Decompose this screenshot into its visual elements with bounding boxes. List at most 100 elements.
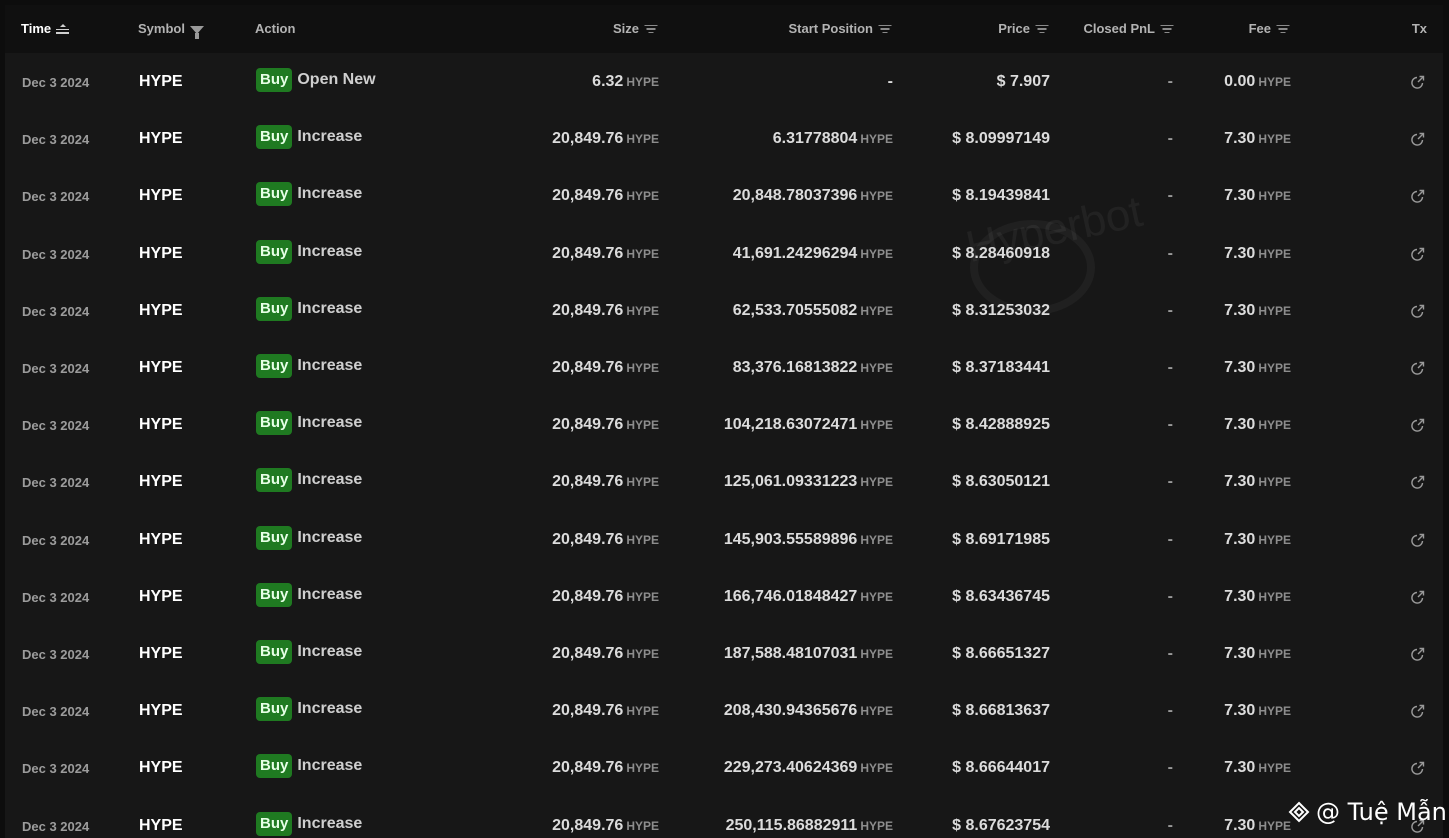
size-cell: 20,849.76 HYPE — [552, 759, 659, 777]
action-cell: Buy Increase — [256, 525, 363, 550]
unit-label: HYPE — [1258, 704, 1291, 719]
filter-lines-icon[interactable] — [1035, 24, 1048, 34]
start-position-cell: 41,691.24296294 HYPE — [732, 244, 893, 262]
column-header-time[interactable]: Time — [21, 21, 70, 36]
filter-lines-icon[interactable] — [878, 24, 891, 34]
fee-cell: 7.30 HYPE — [1224, 416, 1291, 434]
buy-badge: Buy — [256, 182, 293, 207]
external-link-icon[interactable] — [1410, 532, 1426, 548]
action-label: Increase — [297, 757, 363, 775]
buy-badge: Buy — [256, 640, 293, 664]
unit-label: HYPE — [1258, 246, 1291, 261]
table-row[interactable]: Dec 3 2024 HYPE Buy Increase 20,849.76 HYPE 25… — [5, 797, 1443, 838]
external-link-icon[interactable] — [1410, 589, 1426, 605]
external-link-icon[interactable] — [1410, 188, 1426, 204]
table-row[interactable]: Dec 3 2024 HYPE Buy Increase 20,849.76 HYPE 12… — [5, 453, 1443, 510]
table-row[interactable]: Dec 3 2024 HYPE Buy Open New 6.32 HYPE - $ 7.90… — [5, 53, 1443, 110]
start-position-cell: 20,848.78037396 HYPE — [732, 187, 893, 205]
filter-lines-icon[interactable] — [1160, 24, 1173, 34]
buy-badge: Buy — [256, 582, 293, 607]
filter-lines-icon[interactable] — [1276, 24, 1289, 34]
unit-label: HYPE — [1258, 475, 1291, 490]
action-cell: Buy Increase — [256, 697, 362, 722]
unit-label: HYPE — [1258, 361, 1291, 375]
table-row[interactable]: Dec 3 2024 HYPE Buy Increase 20,849.76 HYPE 18… — [5, 625, 1443, 682]
filter-lines-icon[interactable] — [644, 24, 657, 34]
action-cell: Buy Increase — [256, 296, 363, 321]
action-cell: Buy Open New — [256, 68, 376, 92]
symbol-cell: HYPE — [139, 645, 183, 662]
buy-badge: Buy — [256, 239, 293, 264]
sort-ascending-icon[interactable] — [56, 23, 70, 34]
action-label: Increase — [297, 814, 363, 832]
time-cell: Dec 3 2024 — [22, 532, 90, 548]
price-cell: $ 8.63050121 — [952, 473, 1050, 491]
column-header-closed-pnl[interactable]: Closed PnL — [1083, 21, 1173, 36]
unit-label: HYPE — [626, 589, 659, 604]
external-link-icon[interactable] — [1410, 646, 1426, 662]
unit-label: HYPE — [860, 303, 893, 318]
external-link-icon[interactable] — [1410, 474, 1426, 490]
price-cell: $ 8.09997149 — [952, 130, 1050, 148]
price-cell: $ 8.66813637 — [952, 702, 1050, 720]
trade-history-table: Hyperbot Time Symbol Action Size Start P… — [5, 5, 1443, 838]
buy-badge: Buy — [256, 411, 293, 436]
unit-label: HYPE — [860, 189, 893, 204]
unit-label: HYPE — [1258, 589, 1291, 604]
table-row[interactable]: Dec 3 2024 HYPE Buy Increase 20,849.76 HYPE 20… — [5, 682, 1443, 739]
fee-cell: 7.30 HYPE — [1224, 359, 1291, 376]
external-link-icon[interactable] — [1410, 760, 1426, 776]
column-header-price[interactable]: Price — [998, 21, 1048, 36]
symbol-cell: HYPE — [139, 530, 183, 548]
table-row[interactable]: Dec 3 2024 HYPE Buy Increase 20,849.76 HYPE 10… — [5, 396, 1443, 453]
price-cell: $ 8.66651327 — [952, 645, 1050, 662]
time-cell: Dec 3 2024 — [22, 303, 90, 319]
symbol-cell: HYPE — [139, 816, 183, 834]
closed-pnl-cell: - — [1167, 187, 1173, 205]
start-position-cell: 250,115.86882911 HYPE — [725, 816, 893, 834]
closed-pnl-cell: - — [1167, 73, 1173, 90]
table-row[interactable]: Dec 3 2024 HYPE Buy Increase 20,849.76 HYPE 6.… — [5, 110, 1443, 167]
column-header-tx: Tx — [1411, 21, 1427, 36]
external-link-icon[interactable] — [1410, 246, 1426, 262]
unit-label: HYPE — [626, 361, 659, 375]
unit-label: HYPE — [860, 246, 893, 261]
action-label: Increase — [297, 528, 363, 546]
fee-cell: 7.30 HYPE — [1224, 702, 1291, 720]
table-row[interactable]: Dec 3 2024 HYPE Buy Increase 20,849.76 HYPE 14… — [5, 511, 1443, 568]
unit-label: HYPE — [860, 418, 893, 433]
price-cell: $ 8.42888925 — [952, 416, 1050, 434]
action-label: Increase — [297, 128, 363, 146]
action-cell: Buy Increase — [256, 640, 362, 664]
action-cell: Buy Increase — [256, 754, 363, 779]
action-label: Increase — [297, 585, 363, 603]
unit-label: HYPE — [1258, 818, 1291, 833]
time-cell: Dec 3 2024 — [22, 361, 90, 376]
external-link-icon[interactable] — [1410, 360, 1426, 376]
external-link-icon[interactable] — [1410, 703, 1426, 719]
table-row[interactable]: Dec 3 2024 HYPE Buy Increase 20,849.76 HYPE 22… — [5, 739, 1443, 796]
table-row[interactable]: Dec 3 2024 HYPE Buy Increase 20,849.76 HYPE 62… — [5, 282, 1443, 339]
action-label: Increase — [297, 414, 363, 432]
unit-label: HYPE — [860, 818, 893, 833]
funnel-icon[interactable] — [189, 25, 204, 39]
unit-label: HYPE — [626, 75, 659, 89]
external-link-icon[interactable] — [1410, 303, 1426, 319]
column-header-start-position[interactable]: Start Position — [788, 21, 891, 36]
table-row[interactable]: Dec 3 2024 HYPE Buy Increase 20,849.76 HYPE 20… — [5, 167, 1443, 224]
external-link-icon[interactable] — [1410, 74, 1426, 90]
column-header-size[interactable]: Size — [613, 21, 657, 36]
external-link-icon[interactable] — [1410, 417, 1426, 433]
symbol-cell: HYPE — [139, 759, 183, 777]
start-position-cell: 166,746.01848427 HYPE — [723, 587, 893, 605]
table-row[interactable]: Dec 3 2024 HYPE Buy Increase 20,849.76 HYPE 41… — [5, 225, 1443, 282]
start-position-cell: 229,273.40624369 HYPE — [723, 759, 893, 777]
size-cell: 20,849.76 HYPE — [552, 702, 659, 720]
table-row[interactable]: Dec 3 2024 HYPE Buy Increase 20,849.76 HYPE 16… — [5, 568, 1443, 625]
action-label: Increase — [297, 299, 363, 317]
column-header-symbol[interactable]: Symbol — [138, 21, 204, 39]
time-cell: Dec 3 2024 — [22, 132, 90, 148]
column-header-fee[interactable]: Fee — [1249, 21, 1289, 36]
external-link-icon[interactable] — [1410, 131, 1426, 147]
table-row[interactable]: Dec 3 2024 HYPE Buy Increase 20,849.76 HYPE 83… — [5, 339, 1443, 396]
